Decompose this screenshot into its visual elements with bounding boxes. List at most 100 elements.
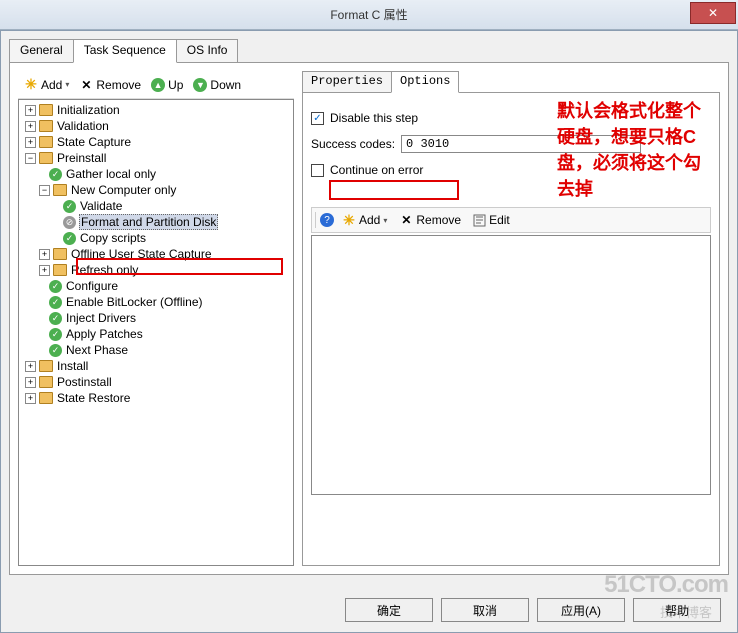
tree-item[interactable]: State Capture (56, 135, 132, 149)
tree-item[interactable]: Validation (56, 119, 110, 133)
tree-toolbar: ✳ Add ▾ ✕ Remove ▲ Up ▼ Down (18, 71, 294, 99)
expand-icon[interactable]: + (25, 105, 36, 116)
options-panel: ✓ Disable this step Success codes: Conti… (302, 92, 720, 566)
up-label: Up (168, 78, 183, 92)
task-sequence-panel: ✳ Add ▾ ✕ Remove ▲ Up ▼ Down +Init (9, 62, 729, 575)
dropdown-icon: ▾ (65, 80, 69, 89)
tree-item[interactable]: Offline User State Capture (70, 247, 213, 261)
cond-remove-button[interactable]: ✕ Remove (395, 211, 465, 229)
expand-icon[interactable]: + (25, 361, 36, 372)
expand-icon[interactable]: + (25, 137, 36, 148)
window-title: Format C 属性 (0, 6, 738, 23)
condition-toolbar: ? ✳ Add ▾ ✕ Remove Edit (311, 207, 711, 233)
check-icon: ✓ (63, 200, 76, 213)
dropdown-icon: ▾ (383, 216, 387, 225)
folder-icon (39, 360, 53, 372)
help-button[interactable]: 帮助 (633, 598, 721, 622)
close-button[interactable]: ✕ (690, 2, 736, 24)
check-icon: ✓ (49, 312, 62, 325)
folder-icon (53, 184, 67, 196)
separator (315, 212, 316, 228)
tree-item[interactable]: Copy scripts (79, 231, 147, 245)
right-pane: Properties Options ✓ Disable this step S… (302, 71, 720, 566)
folder-icon (53, 264, 67, 276)
check-icon: ✓ (63, 232, 76, 245)
tree-item[interactable]: Validate (79, 199, 123, 213)
success-codes-label: Success codes: (311, 137, 395, 151)
titlebar: Format C 属性 ✕ (0, 0, 738, 30)
cond-edit-button[interactable]: Edit (469, 211, 514, 229)
edit-icon (473, 214, 486, 227)
add-button[interactable]: ✳ Add ▾ (20, 76, 73, 94)
up-icon: ▲ (151, 78, 165, 92)
add-icon: ✳ (342, 213, 356, 227)
cancel-button[interactable]: 取消 (441, 598, 529, 622)
remove-label: Remove (96, 78, 141, 92)
expand-icon[interactable]: + (39, 249, 50, 260)
folder-icon (39, 152, 53, 164)
ok-button[interactable]: 确定 (345, 598, 433, 622)
folder-icon (39, 136, 53, 148)
cond-edit-label: Edit (489, 213, 510, 227)
cond-remove-label: Remove (416, 213, 461, 227)
tree-item[interactable]: Enable BitLocker (Offline) (65, 295, 204, 309)
tree-item[interactable]: Preinstall (56, 151, 107, 165)
check-icon: ✓ (49, 344, 62, 357)
expand-icon[interactable]: + (39, 265, 50, 276)
remove-icon: ✕ (399, 213, 413, 227)
condition-list[interactable] (311, 235, 711, 495)
tree-item[interactable]: Apply Patches (65, 327, 144, 341)
folder-icon (39, 392, 53, 404)
left-pane: ✳ Add ▾ ✕ Remove ▲ Up ▼ Down +Init (18, 71, 294, 566)
tree-item[interactable]: State Restore (56, 391, 131, 405)
up-button[interactable]: ▲ Up (147, 76, 187, 94)
check-icon: ✓ (49, 280, 62, 293)
collapse-icon[interactable]: − (25, 153, 36, 164)
add-label: Add (41, 78, 62, 92)
tab-task-sequence[interactable]: Task Sequence (73, 39, 177, 63)
tree-item[interactable]: Next Phase (65, 343, 129, 357)
check-icon: ✓ (49, 328, 62, 341)
continue-on-error-checkbox[interactable] (311, 164, 324, 177)
annotation-text: 默认会格式化整个硬盘，想要只格C盘，必须将这个勾去掉 (557, 98, 707, 202)
tree-item[interactable]: Initialization (56, 103, 121, 117)
tab-properties[interactable]: Properties (302, 71, 392, 93)
cond-add-label: Add (359, 213, 380, 227)
disabled-icon: ⊘ (63, 216, 76, 229)
expand-icon[interactable]: + (25, 393, 36, 404)
task-tree[interactable]: + Initialization + Validation + State Captu… (18, 99, 294, 566)
tree-item[interactable]: Refresh only (70, 263, 139, 277)
expand-icon[interactable]: + (25, 377, 36, 388)
folder-icon (39, 120, 53, 132)
add-icon: ✳ (24, 78, 38, 92)
expand-icon[interactable]: + (25, 121, 36, 132)
tab-general[interactable]: General (9, 39, 74, 63)
tree-item[interactable]: New Computer only (70, 183, 177, 197)
tree-item[interactable]: Configure (65, 279, 119, 293)
disable-step-checkbox[interactable]: ✓ (311, 112, 324, 125)
down-icon: ▼ (193, 78, 207, 92)
close-icon: ✕ (708, 6, 718, 20)
check-icon: ✓ (49, 168, 62, 181)
tree-item-format-partition[interactable]: Format and Partition Disk (79, 214, 218, 230)
remove-button[interactable]: ✕ Remove (75, 76, 145, 94)
apply-button[interactable]: 应用(A) (537, 598, 625, 622)
tree-item[interactable]: Gather local only (65, 167, 157, 181)
tree-item[interactable]: Postinstall (56, 375, 113, 389)
down-button[interactable]: ▼ Down (189, 76, 245, 94)
tree-item[interactable]: Install (56, 359, 89, 373)
cond-add-button[interactable]: ✳ Add ▾ (338, 211, 391, 229)
dialog-buttons: 确定 取消 应用(A) 帮助 (345, 598, 721, 622)
help-icon[interactable]: ? (320, 213, 334, 227)
dialog-body: General Task Sequence OS Info ✳ Add ▾ ✕ … (0, 30, 738, 633)
tree-item[interactable]: Inject Drivers (65, 311, 137, 325)
collapse-icon[interactable]: − (39, 185, 50, 196)
disable-step-label: Disable this step (330, 111, 418, 125)
check-icon: ✓ (49, 296, 62, 309)
folder-icon (53, 248, 67, 260)
continue-on-error-label: Continue on error (330, 163, 423, 177)
tab-os-info[interactable]: OS Info (176, 39, 239, 63)
tab-options[interactable]: Options (391, 71, 459, 93)
main-tabs: General Task Sequence OS Info (9, 39, 729, 63)
sub-tabs: Properties Options (302, 71, 720, 93)
